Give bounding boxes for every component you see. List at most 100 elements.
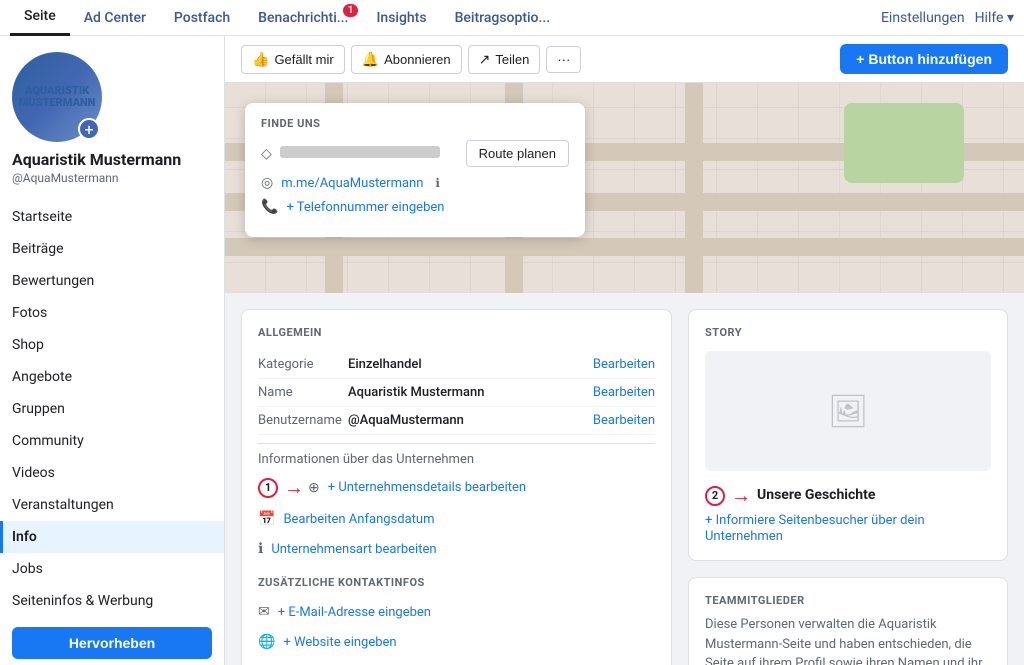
team-desc: Diese Personen verwalten die Aquaristik … [705, 615, 991, 665]
profile-name: Aquaristik Mustermann [12, 150, 181, 169]
divider [258, 443, 655, 444]
info-circle-icon: ℹ [258, 541, 263, 557]
logo-text-line2: MUSTERMANN [19, 97, 96, 109]
info-left: ALLGEMEIN Kategorie Einzelhandel Bearbei… [241, 309, 672, 665]
avatar-plus-button[interactable]: + [78, 118, 100, 140]
subscribe-label: Abonnieren [384, 52, 451, 67]
story-heading: Unsere Geschichte [757, 487, 875, 503]
action-bar: 👍 Gefällt mir 🔔 Abonnieren ↗ Teilen ··· … [225, 36, 1024, 83]
nav-item-adcenter[interactable]: Ad Center [70, 0, 160, 36]
messenger-link[interactable]: m.me/AquaMustermann [281, 176, 423, 191]
share-label: Teilen [495, 52, 529, 67]
image-placeholder-icon: 🖼 [828, 392, 869, 430]
sidebar-item-info[interactable]: Info [0, 521, 224, 553]
share-icon: ↗ [479, 51, 491, 68]
like-button[interactable]: 👍 Gefällt mir [241, 45, 345, 74]
name-label: Name [258, 385, 348, 400]
allgemein-section: ALLGEMEIN Kategorie Einzelhandel Bearbei… [241, 309, 672, 665]
sidebar-item-veranstaltungen[interactable]: Veranstaltungen [0, 489, 224, 521]
email-label: + E-Mail-Adresse eingeben [278, 605, 431, 620]
more-button[interactable]: ··· [546, 46, 581, 73]
sidebar-item-gruppen[interactable]: Gruppen [0, 393, 224, 425]
name-row: Name Aquaristik Mustermann Bearbeiten [258, 379, 655, 407]
add-button-btn[interactable]: + Button hinzufügen [840, 44, 1008, 74]
highlight-button[interactable]: Hervorheben [12, 627, 212, 659]
globe-icon: 🌐 [258, 634, 275, 650]
nav-item-insights[interactable]: Insights [362, 0, 440, 36]
sidebar-item-community[interactable]: Community [0, 425, 224, 457]
website-label: + Website eingeben [283, 635, 396, 650]
nav-right: Einstellungen Hilfe ▾ [881, 10, 1014, 26]
nav-left: Seite Ad Center Postfach Benachrichti...… [10, 0, 564, 36]
like-label: Gefällt mir [274, 52, 333, 67]
sidebar: AQUARISTIK MUSTERMANN + Aquaristik Muste… [0, 36, 225, 665]
messenger-icon: ◎ [261, 175, 273, 191]
benutzername-row: Benutzername @AquaMustermann Bearbeiten [258, 407, 655, 435]
sidebar-bottom: Hervorheben Promotions verwalten [0, 617, 224, 665]
benutzername-label: Benutzername [258, 413, 348, 428]
subscribe-icon: 🔔 [362, 51, 379, 68]
plus-circle-icon: ⊕ [308, 480, 320, 496]
nav-item-seite[interactable]: Seite [10, 0, 70, 36]
story-link[interactable]: + Informiere Seitenbesucher über dein Un… [705, 513, 925, 544]
help-link[interactable]: Hilfe ▾ [975, 10, 1014, 26]
kategorie-value: Einzelhandel [348, 357, 593, 372]
subscribe-button[interactable]: 🔔 Abonnieren [351, 45, 462, 74]
phone-link[interactable]: + Telefonnummer eingeben [286, 200, 444, 215]
annotation-number-2: 2 [705, 486, 725, 506]
sidebar-nav: Startseite Beiträge Bewertungen Fotos Sh… [0, 201, 224, 617]
kategorie-edit[interactable]: Bearbeiten [593, 357, 655, 372]
info-subtitle: Informationen über das Unternehmen [258, 452, 655, 467]
settings-link[interactable]: Einstellungen [881, 10, 965, 26]
profile-username: @AquaMustermann [12, 171, 119, 185]
story-image-area: 🖼 [705, 351, 991, 471]
sidebar-item-videos[interactable]: Videos [0, 457, 224, 489]
sidebar-item-beitraege[interactable]: Beiträge [0, 233, 224, 265]
team-title: TEAMMITGLIEDER [705, 594, 991, 607]
sidebar-item-seiteninfos[interactable]: Seiteninfos & Werbung [0, 585, 224, 617]
name-edit[interactable]: Bearbeiten [593, 385, 655, 400]
unternehmensart-action[interactable]: ℹ Unternehmensart bearbeiten [258, 534, 655, 564]
sidebar-item-jobs[interactable]: Jobs [0, 553, 224, 585]
sidebar-item-angebote[interactable]: Angebote [0, 361, 224, 393]
avatar-container: AQUARISTIK MUSTERMANN + [12, 52, 102, 142]
address-field [280, 146, 458, 162]
annotation-1-container: 1 → ⊕ + Unternehmensdetails bearbeiten [258, 475, 655, 500]
find-us-title: FINDE UNS [261, 117, 569, 130]
address-blur [280, 146, 440, 158]
email-icon: ✉ [258, 604, 270, 620]
nav-item-postfach[interactable]: Postfach [160, 0, 244, 36]
share-button[interactable]: ↗ Teilen [468, 45, 541, 74]
map-green-area [844, 103, 964, 183]
nav-item-benachrichti[interactable]: Benachrichti... 1 [244, 0, 362, 36]
story-section: STORY 🖼 2 → Unsere Geschichte + Informie… [688, 309, 1008, 561]
arrow-right-icon-2: → [731, 483, 751, 508]
map-road [225, 238, 1024, 256]
allgemein-title: ALLGEMEIN [258, 326, 655, 339]
route-button[interactable]: Route planen [466, 140, 569, 167]
annotation-2-container: 2 → Unsere Geschichte [705, 483, 991, 508]
zusaetzlich-title: ZUSÄTZLICHE KONTAKTINFOS [258, 576, 655, 589]
map-section: 📍 FINDE UNS ◇ Route planen ◎ m.me/AquaMu… [225, 83, 1024, 293]
sidebar-item-bewertungen[interactable]: Bewertungen [0, 265, 224, 297]
sidebar-item-shop[interactable]: Shop [0, 329, 224, 361]
story-title-label: STORY [705, 326, 991, 339]
main-layout: AQUARISTIK MUSTERMANN + Aquaristik Muste… [0, 36, 1024, 665]
location-icon: ◇ [261, 146, 272, 162]
benutzername-edit[interactable]: Bearbeiten [593, 413, 655, 428]
sidebar-item-startseite[interactable]: Startseite [0, 201, 224, 233]
anfangsdatum-label: Bearbeiten Anfangsdatum [283, 512, 434, 527]
nav-item-beitragsoptio[interactable]: Beitragsoptio... [441, 0, 565, 36]
benutzername-value: @AquaMustermann [348, 413, 593, 428]
andere-konten-action[interactable]: ⊕ Bearbeiten Andere Konten [258, 657, 655, 665]
content-area: 👍 Gefällt mir 🔔 Abonnieren ↗ Teilen ··· … [225, 36, 1024, 665]
find-us-address-row: ◇ Route planen [261, 140, 569, 167]
name-value: Aquaristik Mustermann [348, 385, 593, 400]
website-action[interactable]: 🌐 + Website eingeben [258, 627, 655, 657]
phone-icon: 📞 [261, 199, 278, 215]
email-action[interactable]: ✉ + E-Mail-Adresse eingeben [258, 597, 655, 627]
find-us-popup: FINDE UNS ◇ Route planen ◎ m.me/AquaMust… [245, 103, 585, 237]
anfangsdatum-action[interactable]: 📅 Bearbeiten Anfangsdatum [258, 504, 655, 534]
sidebar-item-fotos[interactable]: Fotos [0, 297, 224, 329]
unternehmensdetails-action[interactable]: ⊕ + Unternehmensdetails bearbeiten [308, 480, 526, 496]
